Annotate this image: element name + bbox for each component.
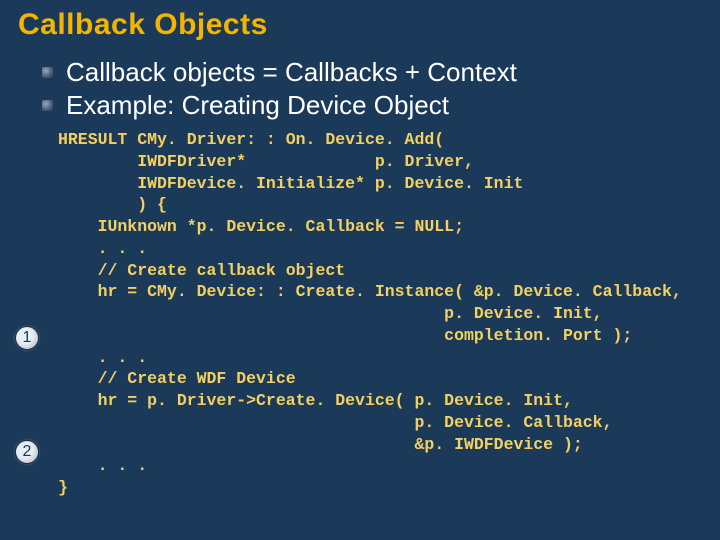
slide-title: Callback Objects [18, 8, 702, 42]
bullet-list: Callback objects = Callbacks + Context E… [42, 56, 702, 121]
step-marker-2: 2 [15, 440, 39, 464]
bullet-item: Callback objects = Callbacks + Context [42, 56, 702, 89]
code-block: HRESULT CMy. Driver: : On. Device. Add( … [58, 129, 702, 499]
step-marker-1: 1 [15, 326, 39, 350]
slide: Callback Objects Callback objects = Call… [0, 0, 720, 540]
bullet-item: Example: Creating Device Object [42, 89, 702, 122]
